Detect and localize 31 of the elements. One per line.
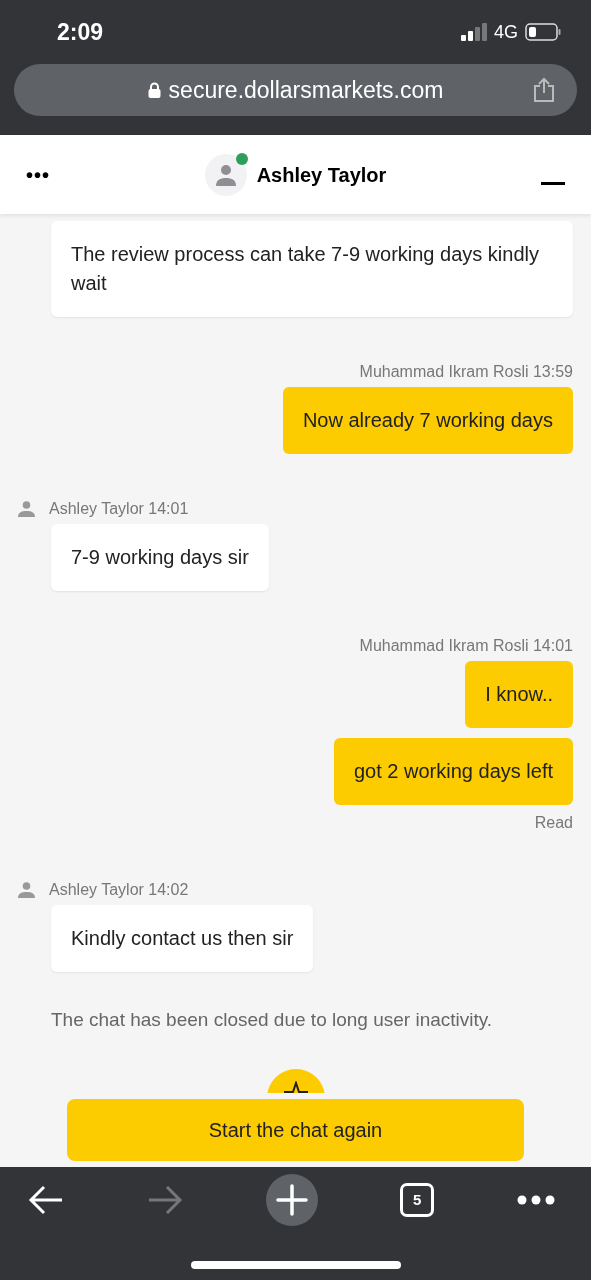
message-bubble: I know.. [465,661,573,728]
person-icon [214,163,237,186]
person-icon [18,882,35,898]
forward-icon[interactable] [146,1185,183,1215]
share-icon[interactable] [533,77,555,103]
person-icon [18,501,35,517]
message-meta: Muhammad Ikram Rosli 13:59 [359,362,573,382]
address-bar[interactable]: secure.dollarsmarkets.com [14,64,577,116]
tab-count-button[interactable]: 5 [400,1183,435,1217]
new-tab-icon[interactable] [265,1174,318,1226]
signal-icon [461,23,487,41]
lock-icon [147,82,161,98]
message-bubble: 7-9 working days sir [51,524,269,591]
more-button[interactable]: ••• [26,159,66,190]
system-message: The chat has been closed due to long user inactivity. [51,1008,494,1032]
back-icon[interactable] [28,1185,64,1215]
battery-icon [525,23,561,41]
message-meta: Muhammad Ikram Rosli 14:01 [359,636,573,656]
message-bubble: got 2 working days left [334,738,573,805]
restart-chat-button[interactable]: Start the chat again [67,1098,524,1161]
message-bubble: Now already 7 working days [282,387,573,454]
url-text: secure.dollarsmarkets.com [168,75,444,105]
message-meta: Ashley Taylor 14:01 [49,499,189,519]
network-type: 4G [494,20,518,44]
read-receipt: Read [534,813,573,833]
status-time: 2:09 [57,17,104,47]
message-bubble: Kindly contact us then sir [51,905,314,972]
more-icon[interactable] [517,1195,555,1205]
agent-name: Ashley Taylor [256,162,387,188]
message-meta: Ashley Taylor 14:02 [49,880,189,900]
message-bubble: The review process can take 7-9 working days kindly wait [51,221,573,317]
